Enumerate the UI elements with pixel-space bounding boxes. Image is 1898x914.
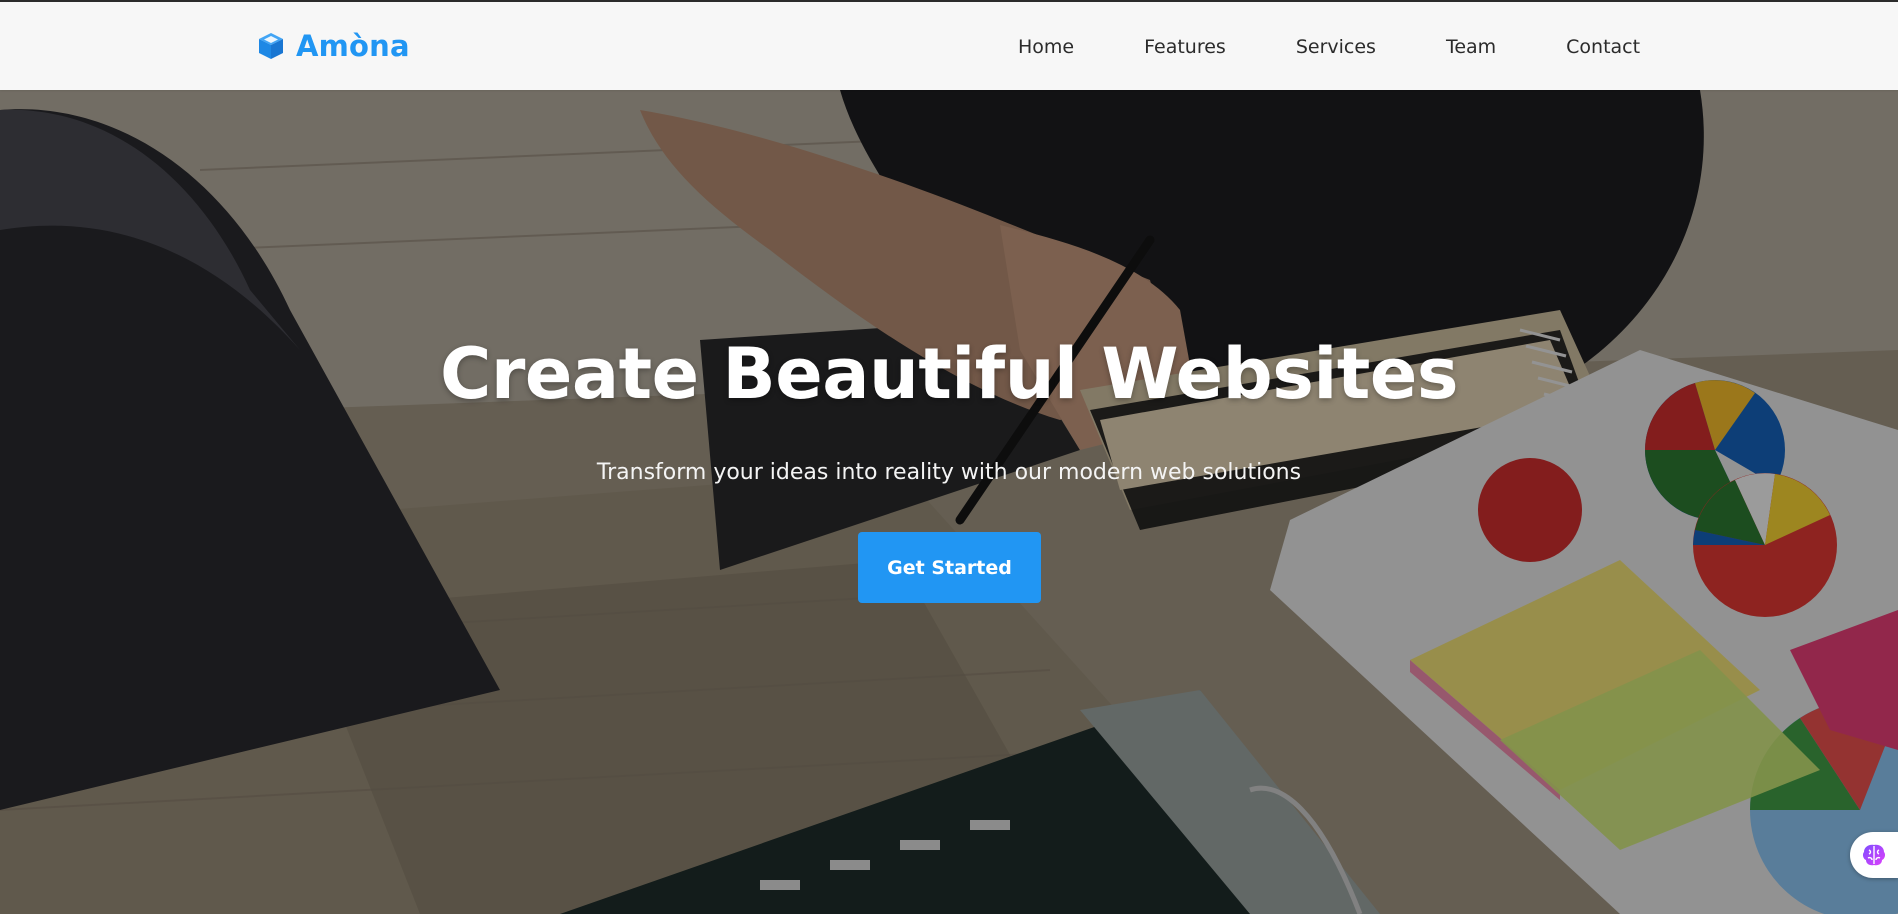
hero-content: Create Beautiful Websites Transform your… [0, 90, 1898, 914]
hero-title: Create Beautiful Websites [440, 333, 1458, 415]
cube-icon [259, 33, 283, 59]
brand-name: Amòna [296, 29, 410, 63]
assistant-widget-button[interactable] [1850, 832, 1898, 878]
hero-section: Create Beautiful Websites Transform your… [0, 90, 1898, 914]
nav-contact-link[interactable]: Contact [1566, 35, 1640, 59]
brand-logo-link[interactable]: Amòna [256, 29, 410, 63]
nav-features-link[interactable]: Features [1144, 35, 1226, 59]
get-started-button[interactable]: Get Started [858, 532, 1041, 603]
hero-subtitle: Transform your ideas into reality with o… [596, 460, 1302, 485]
nav-services-link[interactable]: Services [1296, 35, 1376, 59]
main-nav: Home Features Services Team Contact [1018, 35, 1640, 59]
nav-home-link[interactable]: Home [1018, 35, 1074, 59]
window-top-border [0, 0, 1898, 2]
nav-team-link[interactable]: Team [1446, 35, 1496, 59]
navbar: Amòna Home Features Services Team Contac… [0, 2, 1898, 90]
brain-icon [1862, 844, 1886, 866]
